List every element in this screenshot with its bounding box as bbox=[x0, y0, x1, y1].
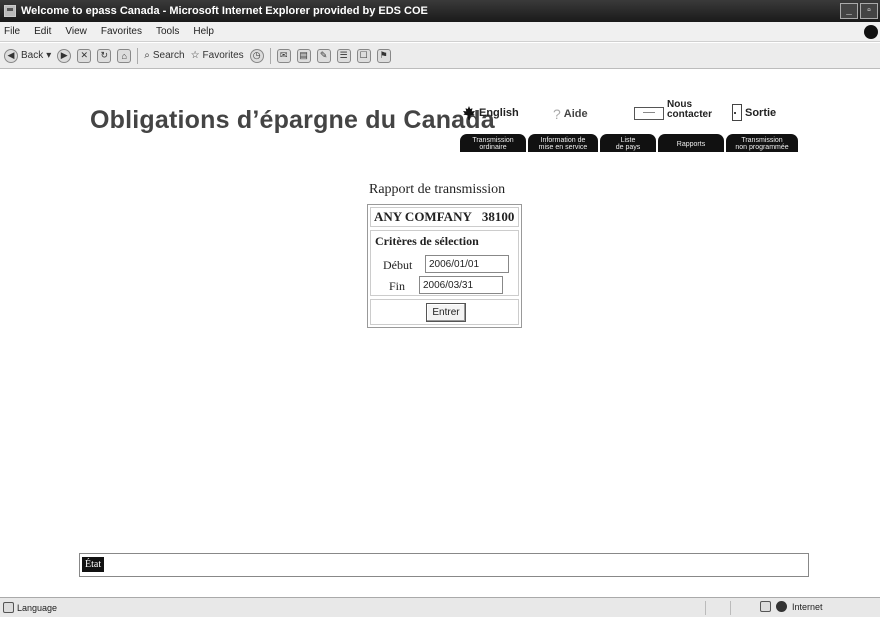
company-name: ANY COMFANY bbox=[374, 209, 472, 224]
favorites-label: Favorites bbox=[202, 50, 244, 61]
toolbar-divider bbox=[269, 47, 271, 64]
home-button[interactable]: ⌂ bbox=[117, 48, 132, 63]
help-question-icon: ? bbox=[553, 106, 561, 122]
ie-app-icon bbox=[4, 5, 16, 17]
aide-label: Aide bbox=[563, 108, 588, 120]
window-controls: _ ▫ bbox=[840, 3, 878, 19]
sortie-link[interactable]: Sortie bbox=[732, 104, 776, 121]
contact-link[interactable]: Nous contacter bbox=[634, 100, 712, 120]
tab-line: Transmission bbox=[472, 137, 514, 144]
end-date-label: Fin bbox=[389, 279, 406, 293]
mail-button[interactable]: ✉ bbox=[276, 48, 291, 63]
window-title: Welcome to epass Canada - Microsoft Inte… bbox=[21, 5, 428, 17]
main-nav-tabs: Transmission ordinaire Information de mise… bbox=[460, 134, 798, 152]
forward-button[interactable]: ▶ bbox=[57, 48, 72, 63]
exit-door-icon bbox=[732, 104, 742, 121]
zone-label: Internet bbox=[792, 601, 823, 612]
menu-tools[interactable]: Tools bbox=[156, 26, 179, 37]
lock-icon bbox=[760, 601, 771, 612]
status-left: Language bbox=[3, 602, 57, 613]
submit-row: Entrer bbox=[370, 299, 519, 325]
stop-button[interactable]: ✕ bbox=[77, 48, 92, 63]
favorites-button[interactable]: ☆ Favorites bbox=[191, 50, 244, 61]
page-icon bbox=[3, 602, 14, 613]
tab-information-mise-en-service[interactable]: Information de mise en service bbox=[528, 134, 598, 152]
contact-label: Nous contacter bbox=[667, 100, 712, 120]
tab-line: non programmée bbox=[735, 144, 789, 151]
minimize-button[interactable]: _ bbox=[840, 3, 858, 19]
research-button[interactable]: ⚑ bbox=[376, 48, 391, 63]
criteria-title: Critères de sélection bbox=[375, 234, 479, 248]
history-button[interactable]: ◷ bbox=[249, 48, 264, 63]
report-heading: Rapport de transmission bbox=[369, 182, 506, 197]
search-button[interactable]: ⌕ Search bbox=[144, 50, 184, 61]
print-button[interactable]: ▤ bbox=[296, 48, 311, 63]
menu-file[interactable]: File bbox=[4, 26, 20, 37]
menu-favorites[interactable]: Favorites bbox=[101, 26, 142, 37]
tab-line: Information de bbox=[540, 137, 586, 144]
browser-status-bar: Language Internet bbox=[0, 597, 880, 617]
end-date-input[interactable] bbox=[419, 276, 503, 294]
maple-leaf-icon bbox=[463, 106, 475, 120]
company-number: 38100 bbox=[481, 209, 515, 224]
maximize-button[interactable]: ▫ bbox=[860, 3, 878, 19]
english-label: English bbox=[479, 107, 519, 119]
security-zone: Internet bbox=[760, 601, 823, 612]
aide-link[interactable]: ? Aide bbox=[553, 106, 588, 122]
page-title: Obligations d’épargne du Canada bbox=[90, 106, 495, 134]
tab-liste-de-pays[interactable]: Liste de pays bbox=[600, 134, 656, 152]
discuss-button[interactable]: ☰ bbox=[336, 48, 351, 63]
company-row: ANY COMFANY 38100 bbox=[370, 207, 519, 227]
browser-toolbar: ◀ Back ▾ ▶ ✕ ↻ ⌂ ⌕ Search ☆ Favorites ◷ … bbox=[0, 43, 880, 69]
menu-help[interactable]: Help bbox=[193, 26, 214, 37]
selection-criteria: Critères de sélection Début Fin bbox=[370, 230, 519, 296]
refresh-button[interactable]: ↻ bbox=[97, 48, 112, 63]
ie-throbber-icon bbox=[864, 25, 878, 39]
back-label: Back bbox=[21, 50, 44, 61]
start-date-input[interactable] bbox=[425, 255, 509, 273]
tab-line: Rapports bbox=[676, 140, 706, 148]
chevron-down-icon[interactable]: ▾ bbox=[46, 50, 51, 61]
tab-line: Liste bbox=[620, 137, 636, 144]
contact-label-line2: contacter bbox=[667, 109, 713, 120]
tab-line: ordinaire bbox=[479, 144, 507, 151]
etat-label: État bbox=[82, 557, 105, 572]
tab-line: de pays bbox=[615, 144, 641, 151]
utility-links: English ? Aide Nous contacter Sortie bbox=[462, 100, 807, 122]
back-button[interactable]: ◀ Back ▾ bbox=[4, 48, 51, 63]
messenger-button[interactable]: ☐ bbox=[356, 48, 371, 63]
toolbar-divider bbox=[137, 47, 139, 64]
star-icon: ☆ bbox=[190, 50, 200, 61]
menu-edit[interactable]: Edit bbox=[34, 26, 51, 37]
menu-bar: File Edit View Favorites Tools Help bbox=[0, 22, 880, 42]
globe-icon bbox=[776, 601, 787, 612]
tab-line: Transmission bbox=[741, 137, 783, 144]
tab-rapports[interactable]: Rapports bbox=[658, 134, 724, 152]
enter-button[interactable]: Entrer bbox=[426, 303, 466, 322]
report-form: ANY COMFANY 38100 Critères de sélection D… bbox=[367, 204, 522, 328]
english-link[interactable]: English bbox=[462, 106, 519, 120]
tab-transmission-ordinaire[interactable]: Transmission ordinaire bbox=[460, 134, 526, 152]
start-date-label: Début bbox=[383, 258, 413, 272]
page-content: Obligations d’épargne du Canada English … bbox=[0, 70, 880, 596]
status-text: Language bbox=[17, 602, 58, 613]
search-label: Search bbox=[152, 50, 185, 61]
status-divider bbox=[705, 601, 706, 615]
tab-transmission-non-programmee[interactable]: Transmission non programmée bbox=[726, 134, 798, 152]
search-icon: ⌕ bbox=[144, 50, 150, 61]
etat-status-field: État bbox=[79, 553, 809, 577]
status-divider bbox=[730, 601, 731, 615]
sortie-label: Sortie bbox=[745, 106, 777, 119]
tab-line: mise en service bbox=[538, 144, 588, 151]
edit-button[interactable]: ✎ bbox=[316, 48, 331, 63]
menu-view[interactable]: View bbox=[65, 26, 87, 37]
window-title-bar: Welcome to epass Canada - Microsoft Inte… bbox=[0, 0, 880, 22]
back-arrow-icon: ◀ bbox=[4, 48, 18, 63]
envelope-icon bbox=[634, 106, 664, 120]
